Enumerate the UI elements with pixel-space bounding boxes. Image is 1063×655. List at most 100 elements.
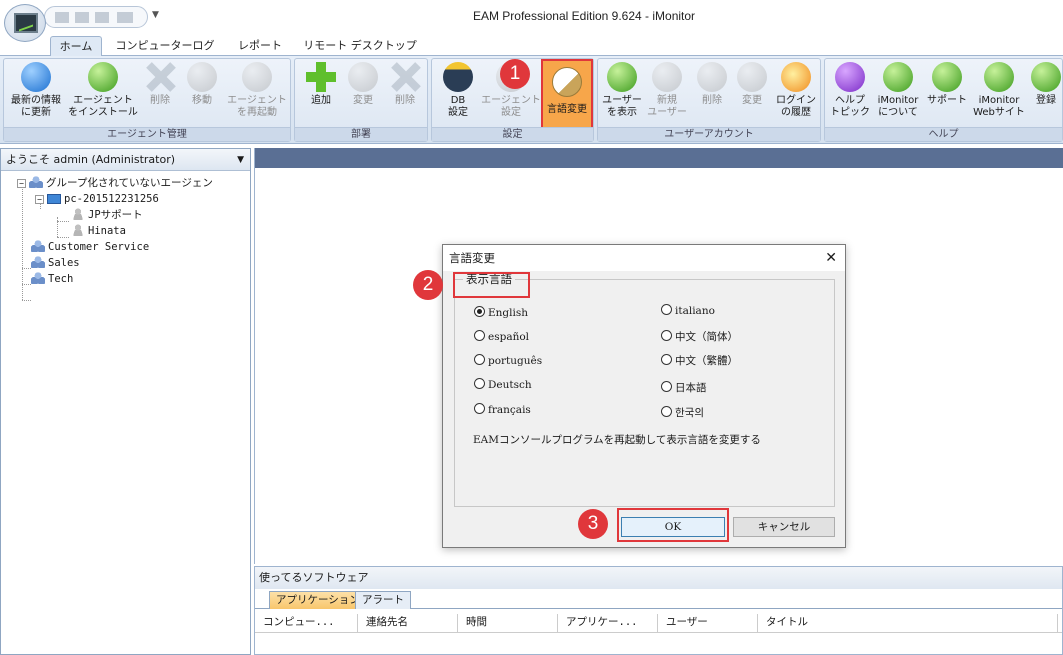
website-icon: [984, 62, 1014, 92]
highlight-display-language: [453, 272, 530, 298]
database-icon: [443, 62, 473, 92]
radio-portuguese[interactable]: português: [474, 354, 542, 368]
show-users-button[interactable]: ユーザー を表示: [600, 62, 644, 128]
app-logo-icon[interactable]: [4, 4, 46, 42]
new-user-button[interactable]: 新規 ユーザー: [644, 62, 690, 128]
install-agent-icon: [88, 62, 118, 92]
welcome-text: ようこそ admin (Administrator): [6, 153, 176, 166]
group-help: ヘルプ トピック iMonitor について サポート iMonitor Web…: [824, 58, 1063, 142]
edit-icon: [348, 62, 378, 92]
column-computer[interactable]: コンピュー...: [255, 614, 358, 632]
edit-user-button[interactable]: 変更: [732, 62, 772, 128]
tab-computer-log[interactable]: コンピューターログ: [110, 36, 220, 56]
software-table-header: コンピュー... 連絡先名 時間 アプリケー... ユーザー タイトル: [255, 609, 1062, 633]
delete-user-icon: [697, 62, 727, 92]
tab-alerts[interactable]: アラート: [355, 591, 411, 609]
column-time[interactable]: 時間: [458, 614, 558, 632]
tab-home[interactable]: ホーム: [50, 36, 102, 56]
radio-chinese-traditional[interactable]: 中文（繁體）: [661, 354, 738, 368]
radio-german[interactable]: Deutsch: [474, 378, 532, 392]
delete-department-button[interactable]: 削除: [385, 62, 425, 128]
delete-user-label: 削除: [702, 95, 722, 106]
collapse-icon[interactable]: −: [35, 195, 44, 204]
step-badge-2: 2: [413, 270, 443, 300]
radio-chinese-simplified[interactable]: 中文（简体）: [661, 330, 738, 344]
close-icon[interactable]: ✕: [825, 245, 837, 271]
radio-italian[interactable]: italiano: [661, 304, 715, 318]
user-icon: [71, 224, 85, 236]
install-agent-label: エージェント をインストール: [68, 95, 138, 118]
users-icon: [607, 62, 637, 92]
radio-spanish[interactable]: español: [474, 330, 529, 344]
tab-report[interactable]: レポート: [228, 36, 292, 56]
support-label: サポート: [927, 95, 967, 106]
column-contact-name[interactable]: 連絡先名: [358, 614, 458, 632]
login-history-button[interactable]: ログイン の履歴: [772, 62, 820, 128]
add-department-button[interactable]: 追加: [301, 62, 341, 128]
tree-node-pc[interactable]: − pc-201512231256: [35, 191, 159, 207]
radio-label: español: [488, 331, 530, 343]
change-language-button[interactable]: 言語変更: [541, 59, 593, 129]
radio-korean[interactable]: 한국의: [661, 406, 704, 420]
group-icon: [29, 176, 43, 188]
show-users-label: ユーザー を表示: [602, 95, 642, 118]
delete-agent-button[interactable]: 削除: [142, 62, 178, 128]
db-settings-button[interactable]: DB 設定: [436, 62, 480, 128]
help-topics-label: ヘルプ トピック: [830, 95, 870, 118]
window-title: EAM Professional Edition 9.624 - iMonito…: [472, 9, 696, 23]
tree-node-ungrouped[interactable]: − グループ化されていないエージェン: [17, 175, 213, 191]
collapse-icon[interactable]: −: [17, 179, 26, 188]
tree-node-user-hinata[interactable]: Hinata: [71, 223, 126, 239]
register-button[interactable]: 登録: [1029, 62, 1063, 128]
restart-agent-button[interactable]: エージェント を再起動: [224, 62, 290, 128]
tree-label-user: Hinata: [88, 225, 126, 237]
edit-department-button[interactable]: 変更: [343, 62, 383, 128]
chevron-down-icon[interactable]: ▼: [237, 149, 244, 171]
ribbon-tabs: ホーム コンピューターログ レポート リモート デスクトップ: [0, 34, 1063, 56]
delete-user-button[interactable]: 削除: [692, 62, 732, 128]
group-department: 追加 変更 削除 部署: [294, 58, 428, 142]
about-label: iMonitor について: [877, 95, 919, 118]
install-agent-button[interactable]: エージェント をインストール: [66, 62, 140, 128]
software-panel-title: 使ってるソフトウェア: [255, 567, 1062, 589]
cancel-button[interactable]: キャンセル: [733, 517, 835, 537]
tree-node-customer-service[interactable]: Customer Service: [31, 239, 149, 255]
radio-french[interactable]: français: [474, 403, 531, 417]
tree-node-tech[interactable]: Tech: [31, 271, 73, 287]
refresh-icon: [21, 62, 51, 92]
radio-label: français: [488, 404, 531, 416]
website-button[interactable]: iMonitor Webサイト: [971, 62, 1027, 128]
move-agent-label: 移動: [192, 95, 212, 106]
column-user[interactable]: ユーザー: [658, 614, 758, 632]
about-button[interactable]: iMonitor について: [873, 62, 923, 128]
group-icon: [31, 240, 45, 252]
refresh-button[interactable]: 最新の情報 に更新: [8, 62, 64, 128]
move-icon: [187, 62, 217, 92]
db-settings-label: DB 設定: [448, 95, 468, 118]
radio-japanese[interactable]: 日本語: [661, 381, 707, 395]
new-user-label: 新規 ユーザー: [647, 95, 687, 118]
column-title[interactable]: タイトル: [758, 614, 1058, 632]
support-button[interactable]: サポート: [923, 62, 971, 128]
software-panel: 使ってるソフトウェア アプリケーション アラート コンピュー... 連絡先名 時…: [254, 566, 1063, 655]
software-panel-tabs: アプリケーション アラート: [255, 589, 1062, 609]
tab-applications[interactable]: アプリケーション: [269, 591, 367, 609]
title-bar: ▼ EAM Professional Edition 9.624 - iMoni…: [0, 0, 1063, 42]
help-topics-button[interactable]: ヘルプ トピック: [827, 62, 873, 128]
delete-agent-label: 削除: [150, 95, 170, 106]
new-user-icon: [652, 62, 682, 92]
login-history-icon: [781, 62, 811, 92]
tree-node-user-jp-support[interactable]: JPサポート: [71, 207, 143, 223]
tree-label-user: JPサポート: [88, 209, 143, 221]
edit-user-label: 変更: [742, 95, 762, 106]
welcome-header[interactable]: ようこそ admin (Administrator) ▼: [1, 149, 250, 171]
agent-settings-label: エージェント 設定: [481, 95, 541, 118]
tree-node-sales[interactable]: Sales: [31, 255, 80, 271]
column-application[interactable]: アプリケー...: [558, 614, 658, 632]
radio-english[interactable]: English: [474, 306, 528, 320]
radio-label: 日本語: [675, 382, 707, 394]
move-agent-button[interactable]: 移動: [182, 62, 222, 128]
content-header-bar: [255, 148, 1063, 168]
group-icon: [31, 272, 45, 284]
tab-remote-desktop[interactable]: リモート デスクトップ: [298, 36, 422, 56]
